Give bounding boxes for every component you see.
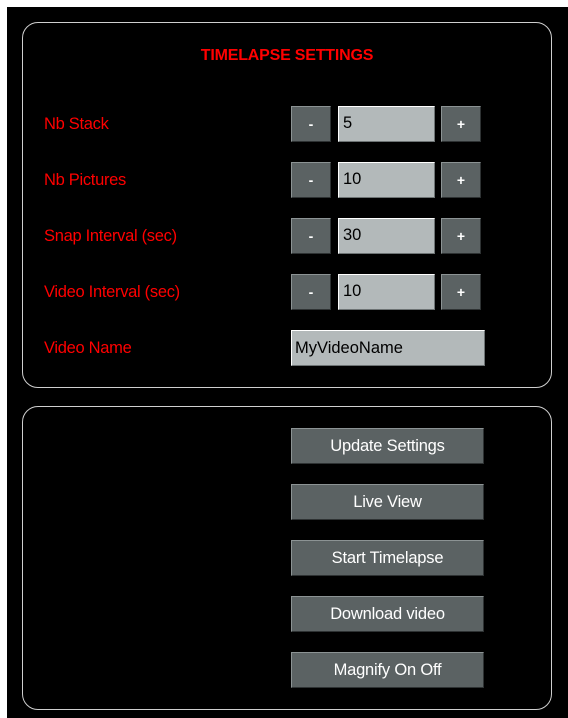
timelapse-settings-panel: TIMELAPSE SETTINGS Nb Stack - 5 + Nb Pic…: [22, 22, 552, 388]
nb-pictures-decrement-button[interactable]: -: [291, 162, 331, 198]
settings-title: TIMELAPSE SETTINGS: [200, 47, 374, 64]
nb-stack-input[interactable]: 5: [338, 106, 435, 142]
snap-interval-increment-button[interactable]: +: [441, 218, 481, 254]
update-settings-button[interactable]: Update Settings: [291, 428, 484, 464]
nb-pictures-label: Nb Pictures: [44, 171, 126, 189]
magnify-toggle-button[interactable]: Magnify On Off: [291, 652, 484, 688]
snap-interval-decrement-button[interactable]: -: [291, 218, 331, 254]
video-name-input[interactable]: MyVideoName: [291, 330, 485, 366]
live-view-button[interactable]: Live View: [291, 484, 484, 520]
snap-interval-label: Snap Interval (sec): [44, 227, 177, 245]
snap-interval-input[interactable]: 30: [338, 218, 435, 254]
nb-stack-increment-button[interactable]: +: [441, 106, 481, 142]
app-screen: TIMELAPSE SETTINGS Nb Stack - 5 + Nb Pic…: [7, 7, 568, 718]
video-interval-increment-button[interactable]: +: [441, 274, 481, 310]
nb-stack-label: Nb Stack: [44, 115, 109, 133]
download-video-button[interactable]: Download video: [291, 596, 484, 632]
video-name-label: Video Name: [44, 339, 132, 357]
nb-stack-decrement-button[interactable]: -: [291, 106, 331, 142]
video-interval-input[interactable]: 10: [338, 274, 435, 310]
start-timelapse-button[interactable]: Start Timelapse: [291, 540, 484, 576]
nb-pictures-increment-button[interactable]: +: [441, 162, 481, 198]
video-interval-decrement-button[interactable]: -: [291, 274, 331, 310]
nb-pictures-input[interactable]: 10: [338, 162, 435, 198]
video-interval-label: Video Interval (sec): [44, 283, 180, 301]
actions-panel: Update Settings Live View Start Timelaps…: [22, 406, 552, 710]
